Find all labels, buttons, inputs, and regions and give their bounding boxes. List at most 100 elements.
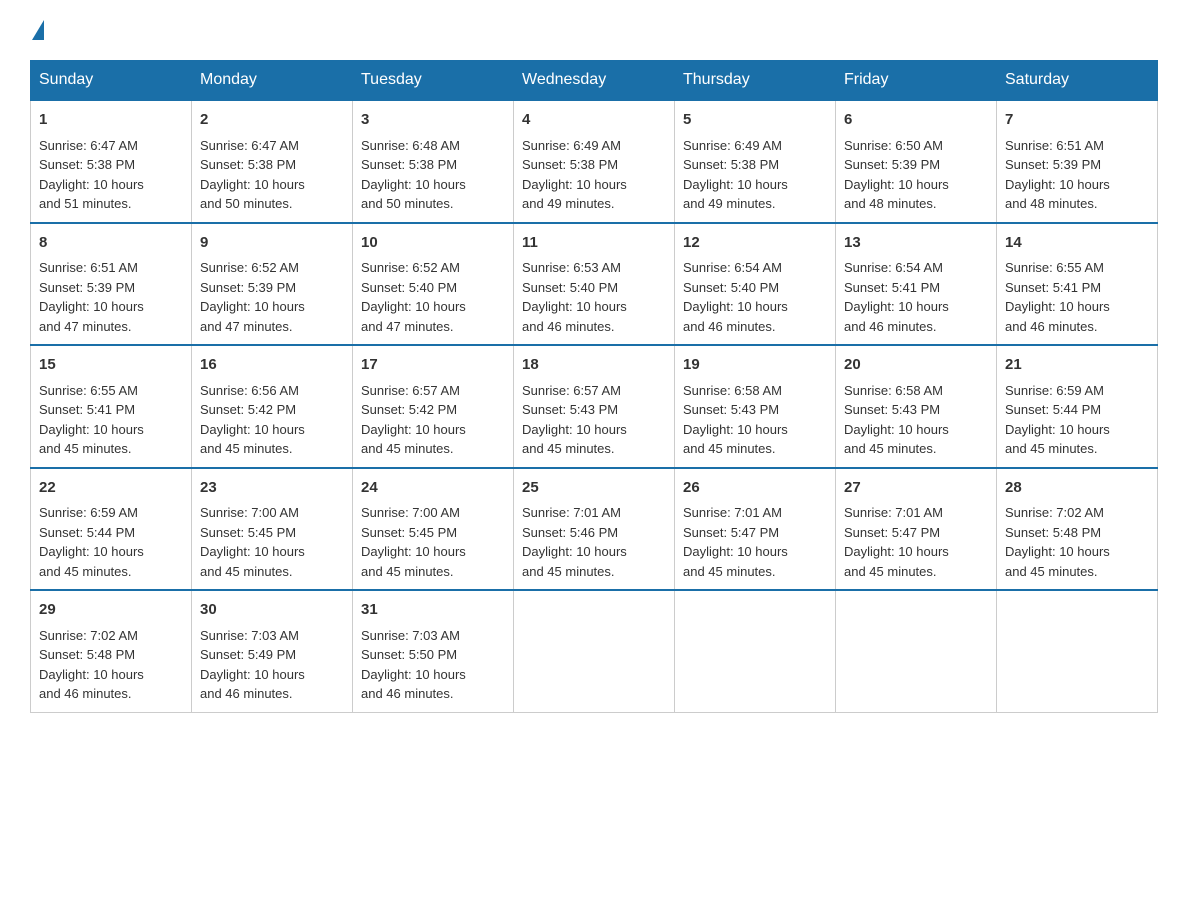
daylight-minutes: and 47 minutes.	[361, 319, 454, 334]
sunset-label: Sunset: 5:39 PM	[200, 280, 296, 295]
table-row	[836, 590, 997, 712]
daylight-minutes: and 50 minutes.	[361, 196, 454, 211]
daylight-minutes: and 45 minutes.	[361, 441, 454, 456]
day-number: 21	[1005, 354, 1149, 377]
sunset-label: Sunset: 5:43 PM	[844, 402, 940, 417]
sunset-label: Sunset: 5:42 PM	[200, 402, 296, 417]
daylight-minutes: and 46 minutes.	[39, 686, 132, 701]
daylight-minutes: and 46 minutes.	[683, 319, 776, 334]
daylight-label: Daylight: 10 hours	[361, 667, 466, 682]
daylight-label: Daylight: 10 hours	[39, 422, 144, 437]
table-row	[675, 590, 836, 712]
table-row: 20 Sunrise: 6:58 AM Sunset: 5:43 PM Dayl…	[836, 345, 997, 468]
daylight-minutes: and 45 minutes.	[1005, 441, 1098, 456]
table-row: 29 Sunrise: 7:02 AM Sunset: 5:48 PM Dayl…	[31, 590, 192, 712]
table-row: 27 Sunrise: 7:01 AM Sunset: 5:47 PM Dayl…	[836, 468, 997, 591]
sunrise-label: Sunrise: 6:53 AM	[522, 260, 621, 275]
daylight-label: Daylight: 10 hours	[200, 299, 305, 314]
sunrise-label: Sunrise: 6:58 AM	[844, 383, 943, 398]
logo-general-text	[30, 20, 44, 40]
table-row: 19 Sunrise: 6:58 AM Sunset: 5:43 PM Dayl…	[675, 345, 836, 468]
header-wednesday: Wednesday	[514, 61, 675, 101]
day-number: 7	[1005, 109, 1149, 132]
table-row: 9 Sunrise: 6:52 AM Sunset: 5:39 PM Dayli…	[192, 223, 353, 346]
header-tuesday: Tuesday	[353, 61, 514, 101]
sunrise-label: Sunrise: 6:55 AM	[39, 383, 138, 398]
sunrise-label: Sunrise: 6:51 AM	[1005, 138, 1104, 153]
day-number: 18	[522, 354, 666, 377]
daylight-minutes: and 45 minutes.	[522, 564, 615, 579]
calendar-week-row: 22 Sunrise: 6:59 AM Sunset: 5:44 PM Dayl…	[31, 468, 1158, 591]
sunrise-label: Sunrise: 7:01 AM	[522, 505, 621, 520]
daylight-minutes: and 45 minutes.	[683, 441, 776, 456]
day-number: 23	[200, 477, 344, 500]
day-number: 13	[844, 232, 988, 255]
daylight-minutes: and 46 minutes.	[522, 319, 615, 334]
sunset-label: Sunset: 5:48 PM	[1005, 525, 1101, 540]
sunset-label: Sunset: 5:41 PM	[1005, 280, 1101, 295]
day-number: 3	[361, 109, 505, 132]
table-row: 18 Sunrise: 6:57 AM Sunset: 5:43 PM Dayl…	[514, 345, 675, 468]
day-number: 20	[844, 354, 988, 377]
daylight-minutes: and 45 minutes.	[522, 441, 615, 456]
sunrise-label: Sunrise: 6:57 AM	[522, 383, 621, 398]
sunrise-label: Sunrise: 6:49 AM	[683, 138, 782, 153]
table-row: 24 Sunrise: 7:00 AM Sunset: 5:45 PM Dayl…	[353, 468, 514, 591]
daylight-label: Daylight: 10 hours	[683, 544, 788, 559]
table-row: 7 Sunrise: 6:51 AM Sunset: 5:39 PM Dayli…	[997, 100, 1158, 223]
table-row: 21 Sunrise: 6:59 AM Sunset: 5:44 PM Dayl…	[997, 345, 1158, 468]
daylight-minutes: and 46 minutes.	[200, 686, 293, 701]
sunrise-label: Sunrise: 7:00 AM	[200, 505, 299, 520]
table-row: 16 Sunrise: 6:56 AM Sunset: 5:42 PM Dayl…	[192, 345, 353, 468]
daylight-minutes: and 51 minutes.	[39, 196, 132, 211]
day-number: 25	[522, 477, 666, 500]
sunset-label: Sunset: 5:48 PM	[39, 647, 135, 662]
table-row: 5 Sunrise: 6:49 AM Sunset: 5:38 PM Dayli…	[675, 100, 836, 223]
sunrise-label: Sunrise: 7:03 AM	[361, 628, 460, 643]
calendar-week-row: 1 Sunrise: 6:47 AM Sunset: 5:38 PM Dayli…	[31, 100, 1158, 223]
daylight-label: Daylight: 10 hours	[200, 422, 305, 437]
daylight-minutes: and 48 minutes.	[844, 196, 937, 211]
sunrise-label: Sunrise: 7:01 AM	[844, 505, 943, 520]
sunset-label: Sunset: 5:45 PM	[200, 525, 296, 540]
day-number: 14	[1005, 232, 1149, 255]
daylight-label: Daylight: 10 hours	[522, 544, 627, 559]
sunset-label: Sunset: 5:43 PM	[683, 402, 779, 417]
sunset-label: Sunset: 5:38 PM	[39, 157, 135, 172]
daylight-label: Daylight: 10 hours	[39, 544, 144, 559]
sunrise-label: Sunrise: 6:52 AM	[200, 260, 299, 275]
daylight-minutes: and 46 minutes.	[361, 686, 454, 701]
sunrise-label: Sunrise: 6:59 AM	[39, 505, 138, 520]
table-row	[514, 590, 675, 712]
day-number: 1	[39, 109, 183, 132]
sunrise-label: Sunrise: 6:52 AM	[361, 260, 460, 275]
sunrise-label: Sunrise: 6:48 AM	[361, 138, 460, 153]
sunrise-label: Sunrise: 6:54 AM	[683, 260, 782, 275]
sunset-label: Sunset: 5:39 PM	[844, 157, 940, 172]
daylight-label: Daylight: 10 hours	[844, 422, 949, 437]
logo-triangle-icon	[32, 20, 44, 40]
header-saturday: Saturday	[997, 61, 1158, 101]
day-number: 2	[200, 109, 344, 132]
day-number: 10	[361, 232, 505, 255]
sunset-label: Sunset: 5:44 PM	[39, 525, 135, 540]
page-header	[30, 20, 1158, 40]
sunset-label: Sunset: 5:38 PM	[361, 157, 457, 172]
daylight-minutes: and 50 minutes.	[200, 196, 293, 211]
sunrise-label: Sunrise: 6:55 AM	[1005, 260, 1104, 275]
sunset-label: Sunset: 5:40 PM	[522, 280, 618, 295]
daylight-minutes: and 46 minutes.	[844, 319, 937, 334]
day-number: 26	[683, 477, 827, 500]
day-number: 15	[39, 354, 183, 377]
sunrise-label: Sunrise: 6:47 AM	[200, 138, 299, 153]
daylight-minutes: and 45 minutes.	[39, 441, 132, 456]
sunrise-label: Sunrise: 6:56 AM	[200, 383, 299, 398]
sunset-label: Sunset: 5:41 PM	[39, 402, 135, 417]
day-number: 11	[522, 232, 666, 255]
sunrise-label: Sunrise: 6:54 AM	[844, 260, 943, 275]
table-row: 4 Sunrise: 6:49 AM Sunset: 5:38 PM Dayli…	[514, 100, 675, 223]
day-number: 31	[361, 599, 505, 622]
day-number: 8	[39, 232, 183, 255]
sunset-label: Sunset: 5:47 PM	[844, 525, 940, 540]
table-row: 31 Sunrise: 7:03 AM Sunset: 5:50 PM Dayl…	[353, 590, 514, 712]
